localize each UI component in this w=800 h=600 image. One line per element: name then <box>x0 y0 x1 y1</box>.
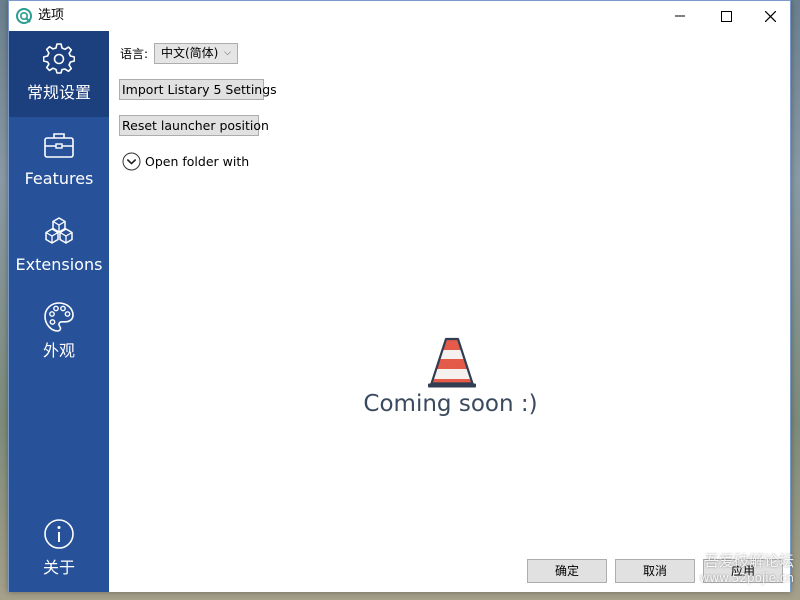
close-button[interactable] <box>747 1 793 31</box>
ok-button[interactable]: 确定 <box>527 559 607 583</box>
cubes-icon <box>43 215 75 247</box>
minimize-icon <box>675 15 685 17</box>
language-label: 语言: <box>120 47 149 61</box>
sidebar-item-general[interactable]: 常规设置 <box>9 31 109 117</box>
sidebar-item-extensions[interactable]: Extensions <box>9 203 109 289</box>
palette-icon <box>43 301 75 333</box>
maximize-icon <box>720 10 732 22</box>
minimize-button[interactable] <box>657 1 703 31</box>
toolbox-icon <box>43 129 75 161</box>
sidebar-item-label: Features <box>24 169 94 188</box>
sidebar: 常规设置 Features Extensions 外观 关于 <box>9 31 109 592</box>
options-window: 选项 常规设置 Features Extensions 外观 关于 语言: 中文… <box>8 0 791 592</box>
coming-soon-message: Coming soon :) <box>363 391 538 417</box>
language-select-value: 中文(简体) <box>161 46 219 60</box>
listary-app-icon <box>16 8 32 24</box>
watermark-line1: 吾爱破解论坛 <box>703 552 794 570</box>
settings-panel: 语言: 中文(简体) ⌵ Import Listary 5 Settings R… <box>109 31 790 592</box>
reset-launcher-position-button[interactable]: Reset launcher position <box>119 115 269 136</box>
close-icon <box>764 10 776 22</box>
sidebar-item-appearance[interactable]: 外观 <box>9 289 109 375</box>
import-listary5-settings-button[interactable]: Import Listary 5 Settings <box>119 79 277 100</box>
forum-watermark: 吾爱破解论坛 www.52pojie.cn <box>676 552 794 596</box>
watermark-line2: www.52pojie.cn <box>699 571 794 585</box>
sidebar-item-label: 外观 <box>42 341 75 360</box>
open-folder-with-label: Open folder with <box>145 154 250 169</box>
sidebar-item-about[interactable]: 关于 <box>9 506 109 592</box>
chevron-down-icon: ⌵ <box>224 48 231 58</box>
language-select[interactable]: 中文(简体) ⌵ <box>154 43 238 64</box>
gear-icon <box>42 43 76 75</box>
sidebar-item-label: 关于 <box>42 558 75 577</box>
window-title: 选项 <box>38 8 65 23</box>
sidebar-item-label: 常规设置 <box>26 83 91 102</box>
maximize-button[interactable] <box>703 1 749 31</box>
traffic-cone-icon <box>427 337 477 389</box>
info-icon <box>43 518 75 550</box>
expand-chevron-icon <box>122 152 141 171</box>
sidebar-item-features[interactable]: Features <box>9 117 109 203</box>
sidebar-item-label: Extensions <box>15 255 103 274</box>
title-bar: 选项 <box>9 1 790 31</box>
